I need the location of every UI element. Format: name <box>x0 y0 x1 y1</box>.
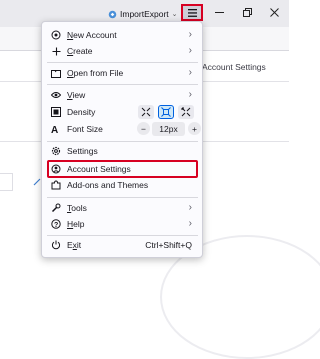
importexport-button[interactable]: ImportExport ⌄ <box>108 7 178 21</box>
chevron-right-icon: › <box>188 45 192 56</box>
chevron-right-icon: › <box>188 29 192 40</box>
chevron-down-icon: ⌄ <box>171 11 178 18</box>
density-touch-button[interactable] <box>178 105 194 119</box>
font-size-value: 12px <box>152 122 185 136</box>
account-settings-label: Account Settings <box>67 164 131 174</box>
density-normal-icon <box>161 107 171 117</box>
minimize-button[interactable] <box>213 6 225 18</box>
minimize-icon <box>214 11 224 13</box>
app-menu-panel: New Account › Create › Open from File › … <box>41 21 203 258</box>
menu-item-create[interactable]: Create › <box>47 43 198 59</box>
close-window-button[interactable] <box>268 6 280 18</box>
addons-and-themes-label: Add-ons and Themes <box>67 180 149 190</box>
font-size-icon: A <box>51 124 61 134</box>
wrench-icon <box>51 203 61 213</box>
menu-separator <box>47 84 198 85</box>
account-settings-icon <box>51 164 61 174</box>
menu-item-open-from-file[interactable]: Open from File › <box>47 65 198 81</box>
minus-icon: − <box>141 123 146 134</box>
puzzle-icon <box>51 180 61 190</box>
menu-row-font-size: A Font Size − 12px + <box>47 121 201 137</box>
density-compact-button[interactable] <box>138 105 154 119</box>
chevron-right-icon: › <box>188 202 192 213</box>
chevron-right-icon: › <box>188 218 192 229</box>
settings-label: Settings <box>67 146 98 156</box>
background-account-settings-text: Account Settings <box>202 62 266 72</box>
gear-icon <box>51 146 61 156</box>
new-account-icon <box>51 30 61 40</box>
menu-item-help[interactable]: ? Help › <box>47 216 198 232</box>
app-menu-button[interactable] <box>181 4 203 21</box>
importexport-label: ImportExport <box>120 9 169 19</box>
restore-icon <box>242 7 252 17</box>
eye-icon <box>51 90 61 100</box>
font-size-label: Font Size <box>67 124 103 134</box>
density-normal-button[interactable] <box>158 105 174 119</box>
hamburger-menu-icon <box>187 8 197 17</box>
menu-item-exit[interactable]: Exit Ctrl+Shift+Q <box>47 237 198 253</box>
menu-item-new-account[interactable]: New Account › <box>47 27 198 43</box>
restore-button[interactable] <box>241 6 253 18</box>
menu-item-tools[interactable]: Tools › <box>47 200 198 216</box>
menu-item-addons-and-themes[interactable]: Add-ons and Themes <box>47 177 198 193</box>
background-panel-edge <box>0 173 13 191</box>
font-size-decrease-button[interactable]: − <box>137 122 150 135</box>
plus-icon <box>51 46 61 56</box>
chevron-right-icon: › <box>188 67 192 78</box>
density-icon <box>51 107 61 117</box>
close-icon <box>269 7 279 17</box>
density-compact-icon <box>141 107 151 117</box>
menu-separator <box>47 235 198 236</box>
menu-separator <box>47 141 198 142</box>
menu-separator <box>47 197 198 198</box>
help-icon: ? <box>51 219 61 229</box>
menu-item-settings[interactable]: Settings <box>47 143 198 159</box>
density-label: Density <box>67 107 96 117</box>
menu-item-account-settings[interactable]: Account Settings <box>47 160 198 178</box>
font-size-increase-button[interactable]: + <box>188 122 201 135</box>
menu-item-view[interactable]: View › <box>47 87 198 103</box>
addon-icon <box>108 10 117 18</box>
exit-shortcut: Ctrl+Shift+Q <box>145 240 192 250</box>
link-icon <box>33 178 41 186</box>
density-touch-icon <box>181 107 191 117</box>
menu-separator <box>47 62 198 63</box>
power-icon <box>51 240 61 250</box>
svg-text:A: A <box>51 125 58 134</box>
menu-row-density: Density <box>47 104 198 120</box>
chevron-right-icon: › <box>188 89 192 100</box>
plus-icon: + <box>192 123 197 134</box>
folder-icon <box>51 68 61 78</box>
svg-text:?: ? <box>54 222 58 229</box>
